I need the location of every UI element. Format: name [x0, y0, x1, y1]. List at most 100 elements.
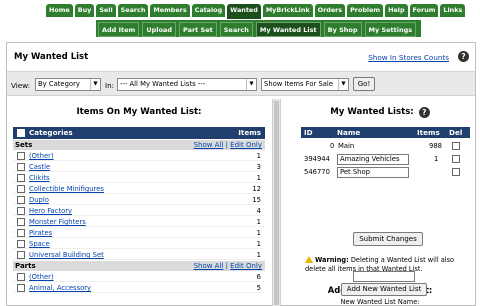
category-link[interactable]: Universal Building Set [29, 251, 104, 259]
subtab-by-shop[interactable]: By Shop [323, 22, 362, 37]
sets-show-all-link[interactable]: Show All [194, 141, 224, 149]
table-row: 546770 Pet Shop [301, 166, 470, 179]
view-label: View: [11, 81, 31, 90]
parts-label: Parts [15, 262, 36, 270]
row-checkbox[interactable] [17, 163, 25, 171]
row-checkbox[interactable] [17, 207, 25, 215]
subtab-upload[interactable]: Upload [142, 22, 176, 37]
tab-mybricklink[interactable]: MyBrickLink [262, 4, 313, 17]
parts-edit-only-link[interactable]: Edit Only [230, 262, 262, 270]
list-item: Space 1 [13, 239, 265, 249]
col-name: Name [337, 128, 361, 137]
category-link[interactable]: Duplo [29, 196, 49, 204]
tab-orders[interactable]: Orders [314, 4, 346, 17]
tab-wanted[interactable]: Wanted [227, 4, 261, 19]
category-count: 1 [256, 152, 261, 160]
category-link[interactable]: Pirates [29, 229, 52, 237]
new-list-name-label: New Wanted List Name: [340, 298, 420, 306]
row-checkbox[interactable] [17, 152, 25, 160]
category-count: 1 [256, 174, 261, 182]
go-button[interactable]: Go! [353, 77, 375, 91]
list-name-input[interactable]: Amazing Vehicles [337, 154, 409, 165]
section-links: Show All | Edit Only [193, 262, 262, 270]
help-icon[interactable]: ? [418, 107, 430, 118]
show-select[interactable]: Show Items For Sale ▼ [261, 78, 349, 91]
tab-catalog[interactable]: Catalog [191, 4, 226, 17]
subtab-my-settings[interactable]: My Settings [364, 22, 417, 37]
delete-checkbox[interactable] [452, 155, 460, 163]
row-checkbox[interactable] [17, 251, 25, 259]
category-count: 4 [256, 207, 261, 215]
category-link[interactable]: Hero Factory [29, 207, 72, 215]
list-items: 988 [429, 142, 442, 150]
list-item: Animal, Accessory 5 [13, 283, 265, 293]
category-link[interactable]: Collectible Minifigures [29, 185, 104, 193]
row-checkbox[interactable] [17, 229, 25, 237]
category-link[interactable]: Monster Fighters [29, 218, 86, 226]
tab-forum[interactable]: Forum [409, 4, 439, 17]
category-count: 3 [256, 163, 261, 171]
subtab-search[interactable]: Search [219, 22, 253, 37]
new-list-name-input[interactable] [353, 271, 415, 282]
category-count: 12 [252, 185, 261, 193]
category-link[interactable]: Castle [29, 163, 50, 171]
view-select[interactable]: By Category ▼ [35, 78, 101, 91]
delete-checkbox[interactable] [452, 142, 460, 150]
category-count: 6 [256, 273, 261, 281]
row-checkbox[interactable] [17, 218, 25, 226]
row-checkbox[interactable] [17, 240, 25, 248]
list-item: Collectible Minifigures 12 [13, 184, 265, 194]
add-new-list-button[interactable]: Add New Wanted List [341, 283, 427, 296]
lists-title-text: My Wanted Lists: [330, 107, 414, 117]
tab-search[interactable]: Search [117, 4, 149, 17]
tab-home[interactable]: Home [46, 4, 73, 17]
in-select[interactable]: --- All My Wanted Lists --- ▼ [117, 78, 257, 91]
row-checkbox[interactable] [17, 284, 25, 292]
category-link[interactable]: Clikits [29, 174, 50, 182]
select-all-checkbox[interactable] [17, 129, 25, 137]
row-checkbox[interactable] [17, 174, 25, 182]
items-scrollbar[interactable] [272, 99, 281, 306]
submit-changes-button[interactable]: Submit Changes [353, 232, 423, 246]
filter-bar: View: By Category ▼ In: --- All My Wante… [7, 72, 475, 96]
subtab-part-set[interactable]: Part Set [178, 22, 217, 37]
row-checkbox[interactable] [17, 196, 25, 204]
show-in-stores-link[interactable]: Show In Stores Counts [368, 53, 449, 62]
chevron-down-icon: ▼ [90, 79, 100, 90]
list-item: Clikits 1 [13, 173, 265, 183]
col-id: ID [304, 128, 313, 137]
list-items: 1 [434, 155, 439, 163]
list-name-input[interactable]: Pet Shop [337, 167, 409, 178]
panel-header: My Wanted List Show In Stores Counts ? [7, 43, 475, 72]
subtab-my-wanted-list[interactable]: My Wanted List [255, 22, 321, 37]
subtab-add-item[interactable]: Add Item [98, 22, 140, 37]
category-link[interactable]: (Other) [29, 273, 54, 281]
list-item: Castle 3 [13, 162, 265, 172]
tab-buy[interactable]: Buy [74, 4, 95, 17]
category-count: 1 [256, 240, 261, 248]
tab-problem[interactable]: Problem [347, 4, 384, 17]
help-icon[interactable]: ? [458, 51, 469, 62]
secondary-tabs: Add Item Upload Part Set Search My Wante… [96, 20, 422, 37]
category-count: 1 [256, 218, 261, 226]
row-checkbox[interactable] [17, 185, 25, 193]
delete-checkbox[interactable] [452, 168, 460, 176]
view-select-value: By Category [38, 80, 80, 88]
tab-help[interactable]: Help [385, 4, 408, 17]
row-checkbox[interactable] [17, 273, 25, 281]
category-link[interactable]: Space [29, 240, 50, 248]
tab-members[interactable]: Members [150, 4, 190, 17]
category-link[interactable]: Animal, Accessory [29, 284, 91, 292]
parts-show-all-link[interactable]: Show All [194, 262, 224, 270]
show-select-value: Show Items For Sale [264, 80, 334, 88]
wanted-list-panel: My Wanted List Show In Stores Counts ? V… [6, 42, 476, 306]
category-link[interactable]: (Other) [29, 152, 54, 160]
scrollbar-thumb[interactable] [274, 101, 279, 305]
list-id: 394944 [304, 155, 330, 163]
category-count: 1 [256, 229, 261, 237]
tab-links[interactable]: Links [440, 4, 466, 17]
sets-label: Sets [15, 141, 33, 149]
sets-edit-only-link[interactable]: Edit Only [230, 141, 262, 149]
tab-sell[interactable]: Sell [96, 4, 116, 17]
category-count: 15 [252, 196, 261, 204]
